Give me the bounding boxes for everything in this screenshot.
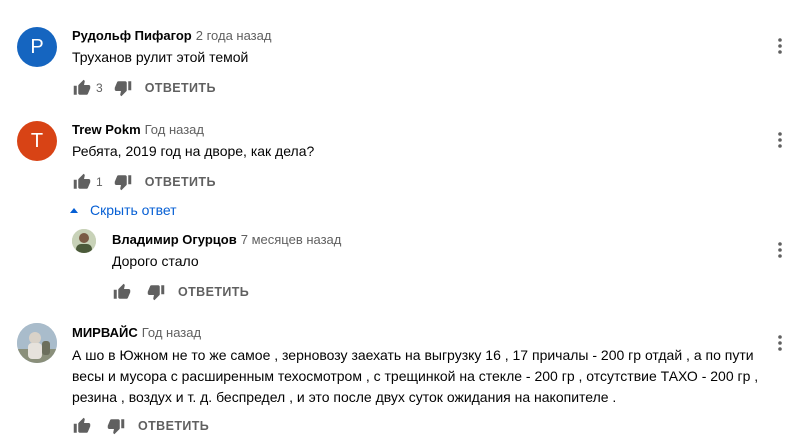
reply-author[interactable]: Владимир Огурцов [112, 232, 237, 247]
avatar[interactable]: P [17, 27, 57, 67]
comment-text: Труханов рулит этой темой [72, 49, 249, 65]
more-options-icon[interactable] [768, 238, 792, 262]
reply-button[interactable]: ОТВЕТИТЬ [145, 81, 216, 95]
thumbs-up-icon[interactable] [112, 282, 132, 302]
reply-button[interactable]: ОТВЕТИТЬ [145, 175, 216, 189]
avatar[interactable]: T [17, 121, 57, 161]
comment-text: Ребята, 2019 год на дворе, как дела? [72, 143, 315, 159]
comment-text-line: весы и мусора с расширенным техосмотром … [72, 368, 759, 384]
thumbs-up-icon[interactable] [72, 78, 92, 98]
comment-time[interactable]: 2 года назад [196, 28, 272, 43]
comment-author[interactable]: Trew Pokm [72, 122, 141, 137]
avatar-letter: T [30, 129, 44, 152]
avatar-letter: P [30, 35, 44, 58]
more-options-icon[interactable] [768, 331, 792, 355]
more-options-icon[interactable] [768, 128, 792, 152]
thumbs-down-icon[interactable] [113, 78, 133, 98]
thumbs-up-icon[interactable] [72, 172, 92, 192]
caret-up-icon [70, 207, 78, 213]
comment-text: А шо в Южном не то же самое , зерновозу … [72, 345, 772, 408]
reply-button[interactable]: ОТВЕТИТЬ [138, 419, 209, 433]
thumbs-down-icon[interactable] [146, 282, 166, 302]
hide-replies-button[interactable]: Скрыть ответ [70, 200, 177, 220]
reply-time[interactable]: 7 месяцев назад [241, 232, 342, 247]
avatar[interactable] [72, 229, 96, 253]
comment-text-line: А шо в Южном не то же самое , зерновозу … [72, 347, 754, 363]
comment-author[interactable]: Рудольф Пифагор [72, 28, 192, 43]
thumbs-down-icon[interactable] [106, 416, 126, 436]
reply-button[interactable]: ОТВЕТИТЬ [178, 285, 249, 299]
comment-author[interactable]: МИРВАЙС [72, 325, 138, 340]
more-options-icon[interactable] [768, 34, 792, 58]
reply-text: Дорого стало [112, 253, 199, 269]
like-count: 1 [96, 175, 103, 189]
comment-time[interactable]: Год назад [145, 122, 204, 137]
thumbs-down-icon[interactable] [113, 172, 133, 192]
comment-text-line: резина , воздух и т. д. беспредел , и эт… [72, 389, 617, 405]
hide-replies-label: Скрыть ответ [90, 202, 177, 218]
avatar[interactable] [17, 323, 57, 363]
thumbs-up-icon[interactable] [72, 416, 92, 436]
comment-time[interactable]: Год назад [142, 325, 201, 340]
like-count: 3 [96, 81, 103, 95]
